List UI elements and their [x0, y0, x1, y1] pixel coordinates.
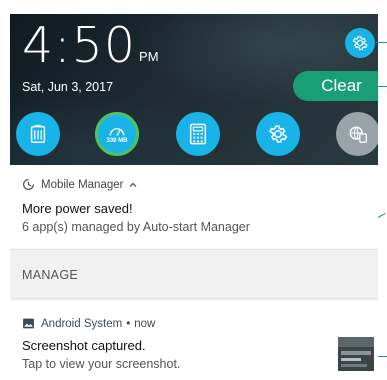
- notification-title: Screenshot captured.: [22, 338, 146, 353]
- qs-boost[interactable]: 339 MB: [95, 112, 139, 156]
- settings-button[interactable]: [345, 28, 375, 58]
- clock-ampm: PM: [139, 49, 159, 64]
- qs-screen-cast[interactable]: [336, 112, 378, 156]
- qs-calculator[interactable]: [176, 112, 220, 156]
- quick-settings-row: 339 MB: [10, 112, 378, 158]
- quick-settings-panel: 4:50 PM Sat, Jun 3, 2017 Clear 339 MB: [10, 14, 378, 165]
- notification-body: 6 app(s) managed by Auto-start Manager: [22, 220, 250, 234]
- notification-body: Tap to view your screenshot.: [22, 357, 181, 371]
- notification-mobile-manager[interactable]: Mobile Manager More power saved! 6 app(s…: [10, 165, 378, 248]
- notification-header: Android System • now: [22, 317, 155, 330]
- gear-icon: [352, 35, 368, 51]
- notification-time: now: [134, 317, 156, 330]
- notification-title: More power saved!: [22, 201, 133, 216]
- gear-icon: [268, 125, 288, 143]
- battery-saver-icon: [30, 124, 46, 143]
- manage-action-label: MANAGE: [22, 268, 78, 282]
- calculator-icon: [189, 123, 207, 145]
- notification-app-name: Android System: [41, 317, 123, 330]
- speedometer-icon: [109, 127, 125, 136]
- notification-list: Mobile Manager More power saved! 6 app(s…: [10, 165, 378, 380]
- screenshot-thumbnail[interactable]: [338, 337, 374, 371]
- notification-android-system[interactable]: Android System • now Screenshot captured…: [10, 301, 378, 380]
- notification-header: Mobile Manager: [22, 178, 138, 191]
- image-icon: [23, 318, 34, 329]
- clock: 4:50 PM: [22, 20, 159, 72]
- qs-boost-label: 339 MB: [106, 137, 128, 144]
- pointer-line: [376, 42, 387, 43]
- pointer-line: [376, 86, 387, 87]
- qs-settings[interactable]: [256, 112, 300, 156]
- date-label: Sat, Jun 3, 2017: [22, 80, 114, 94]
- clear-button[interactable]: Clear: [293, 71, 378, 101]
- manage-action[interactable]: MANAGE: [10, 249, 378, 299]
- chevron-up-icon[interactable]: [128, 180, 138, 190]
- clock-time: 4:50: [22, 17, 137, 74]
- cast-icon: [349, 126, 367, 143]
- separator-dot: •: [126, 317, 131, 330]
- qs-power-saver[interactable]: [16, 112, 60, 156]
- notification-app-name: Mobile Manager: [41, 178, 124, 191]
- mobile-manager-icon: [23, 178, 35, 190]
